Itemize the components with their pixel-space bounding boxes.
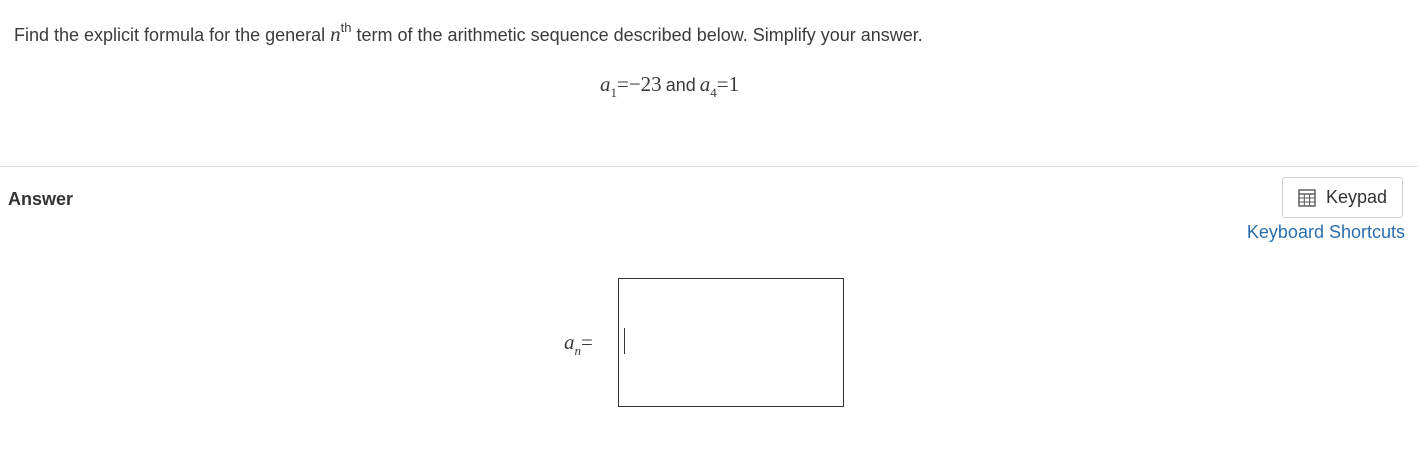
text-caret [624,328,625,354]
question-text-start: Find the explicit formula for the genera… [14,25,331,45]
question-page: Find the explicit formula for the genera… [0,0,1420,476]
equals-sign: = [617,72,629,96]
term-a4-value: 1 [728,72,740,96]
section-divider [0,166,1418,167]
question-text-end: term of the arithmetic sequence describe… [351,25,923,45]
equals-sign: = [581,330,593,354]
answer-input[interactable] [618,278,844,407]
question-variable-n: n [330,22,341,46]
equals-sign: = [716,72,729,96]
question-prompt: Find the explicit formula for the genera… [14,20,923,47]
term-a4: a4 [699,72,717,101]
and-text: and [665,75,696,95]
term-a1: a1 [600,72,617,101]
answer-label: an= [564,330,593,358]
keypad-button-label: Keypad [1325,187,1388,207]
keypad-button[interactable]: Keypad [1282,177,1403,218]
keyboard-shortcuts-link[interactable]: Keyboard Shortcuts [1247,222,1405,243]
term-a1-value: −23 [628,72,662,96]
given-terms-equation: a1=−23 and a4=1 [600,72,739,100]
question-superscript-th: th [340,20,352,35]
answer-heading: Answer [8,189,74,209]
term-an: an [564,330,581,359]
calculator-icon [1298,188,1316,207]
